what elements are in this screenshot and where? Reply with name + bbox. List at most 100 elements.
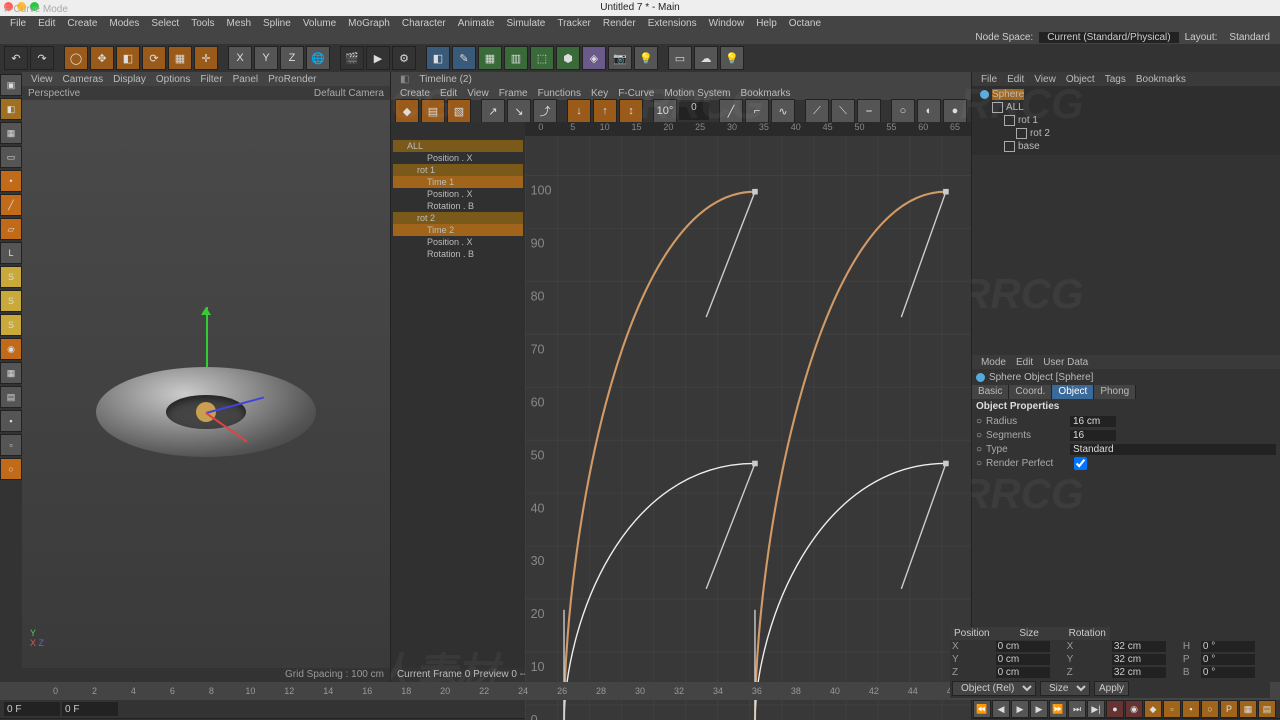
menu-spline[interactable]: Spline [257, 18, 297, 29]
key-opt-icon[interactable]: ▤ [1258, 700, 1276, 718]
attr-tab[interactable]: Object [1052, 385, 1094, 399]
coord-rot-field[interactable] [1201, 641, 1255, 652]
tl-key-icon[interactable]: ◆ [395, 99, 419, 123]
attr-tab[interactable]: Basic [972, 385, 1009, 399]
tl-ease1-icon[interactable]: ⟋ [805, 99, 829, 123]
type-field[interactable]: Standard [1070, 444, 1276, 455]
world-icon[interactable]: 🌐 [306, 46, 330, 70]
menu-window[interactable]: Window [703, 18, 751, 29]
tl-dope-icon[interactable]: ▤ [421, 99, 445, 123]
snap-icon[interactable]: ◉ [0, 338, 22, 360]
menu-octane[interactable]: Octane [783, 18, 827, 29]
obj-tree-item[interactable]: rot 2 [976, 127, 1276, 140]
goto-end-icon[interactable]: ⏭ [1068, 700, 1086, 718]
array-icon[interactable]: ⬚ [530, 46, 554, 70]
key-sel-icon[interactable]: ◆ [1144, 700, 1162, 718]
tl-tree-item[interactable]: Time 2 [393, 224, 523, 236]
edge-mode-icon[interactable]: ╱ [0, 194, 22, 216]
attr-tabs[interactable]: BasicCoord.ObjectPhong [972, 385, 1280, 399]
snap1-icon[interactable]: S [0, 266, 22, 288]
tl-tree-item[interactable]: Position . X [393, 236, 523, 248]
axis-z-icon[interactable]: Z [280, 46, 304, 70]
snap2-icon[interactable]: S [0, 290, 22, 312]
tl-tree-item[interactable]: rot 2 [393, 212, 523, 224]
tl-menu-item[interactable]: Motion System [659, 88, 735, 99]
key-rot-icon[interactable]: ○ [1201, 700, 1219, 718]
tl-menu-item[interactable]: Functions [533, 88, 586, 99]
tl-tree-item[interactable]: ALL [393, 140, 523, 152]
tl-t7-icon[interactable]: 10° [653, 99, 677, 123]
obj-menu-item[interactable]: Tags [1100, 74, 1131, 85]
coord-pos-field[interactable] [996, 667, 1050, 678]
tl-menu-item[interactable]: Frame [494, 88, 533, 99]
poly-mode-icon[interactable]: ▱ [0, 218, 22, 240]
menu-create[interactable]: Create [61, 18, 103, 29]
coord-size-field[interactable] [1112, 667, 1166, 678]
undo-icon[interactable]: ↶ [4, 46, 28, 70]
move-icon[interactable]: ✥ [90, 46, 114, 70]
render-bulb-icon[interactable]: 💡 [720, 46, 744, 70]
obj-menu-item[interactable]: File [976, 74, 1002, 85]
snap3-icon[interactable]: S [0, 314, 22, 336]
prev-frame-icon[interactable]: ◀ [992, 700, 1010, 718]
vp-menu-filter[interactable]: Filter [195, 74, 227, 85]
radius-field[interactable]: 16 cm [1070, 416, 1116, 427]
tl-tree-item[interactable]: Position . X [393, 152, 523, 164]
range-loop-start-field[interactable] [62, 702, 118, 716]
menu-render[interactable]: Render [597, 18, 642, 29]
attr-menu-item[interactable]: User Data [1038, 357, 1093, 368]
texture-mode-icon[interactable]: ▦ [0, 122, 22, 144]
attr-tab[interactable]: Phong [1094, 385, 1136, 399]
model-mode-icon[interactable]: ◧ [0, 98, 22, 120]
tl-menu-item[interactable]: Edit [435, 88, 462, 99]
tl-c2-icon[interactable]: ◐ [917, 99, 941, 123]
range-start-field[interactable] [4, 702, 60, 716]
tl-t4-icon[interactable]: ↓ [567, 99, 591, 123]
tl-ease2-icon[interactable]: ⟍ [831, 99, 855, 123]
light-icon[interactable]: 💡 [634, 46, 658, 70]
floor-icon[interactable]: ▭ [668, 46, 692, 70]
pen-icon[interactable]: ✎ [452, 46, 476, 70]
menu-tracker[interactable]: Tracker [551, 18, 597, 29]
coord-size-field[interactable] [1112, 654, 1166, 665]
make-editable-icon[interactable]: ▣ [0, 74, 22, 96]
coord-rot-field[interactable] [1201, 667, 1255, 678]
tl-tree-item[interactable]: Position . X [393, 188, 523, 200]
tl-ease3-icon[interactable]: ⎯ [857, 99, 881, 123]
key-pos-icon[interactable]: ▫ [1163, 700, 1181, 718]
menu-extensions[interactable]: Extensions [642, 18, 703, 29]
segments-field[interactable]: 16 [1070, 430, 1116, 441]
next-frame-icon[interactable]: ▶ [1030, 700, 1048, 718]
menu-character[interactable]: Character [396, 18, 452, 29]
tl-fc-icon[interactable]: ▧ [447, 99, 471, 123]
coord-rot-field[interactable] [1201, 654, 1255, 665]
coord-size-select[interactable]: Size [1040, 681, 1090, 696]
tl-t5-icon[interactable]: ↑ [593, 99, 617, 123]
layout-value[interactable]: Standard [1223, 32, 1276, 43]
tl-step-icon[interactable]: ⌐ [745, 99, 769, 123]
place-icon[interactable]: ✛ [194, 46, 218, 70]
redo-icon[interactable]: ↷ [30, 46, 54, 70]
nodespace-value[interactable]: Current (Standard/Physical) [1039, 32, 1178, 43]
play-cycle-icon[interactable]: ▶| [1087, 700, 1105, 718]
vp-menu-options[interactable]: Options [151, 74, 195, 85]
play-icon[interactable]: ▶ [1011, 700, 1029, 718]
menu-animate[interactable]: Animate [452, 18, 501, 29]
workplane2-icon[interactable]: ▦ [0, 362, 22, 384]
attr-tab[interactable]: Coord. [1009, 385, 1052, 399]
axis-y-handle[interactable] [206, 307, 208, 367]
workplane-icon[interactable]: ▭ [0, 146, 22, 168]
tl-tree-item[interactable]: Rotation . B [393, 248, 523, 260]
timeline-tree[interactable]: F-Curve Mode ALLPosition . Xrot 1Time 1P… [391, 122, 525, 668]
tl-spl-icon[interactable]: ∿ [771, 99, 795, 123]
tl-menu-item[interactable]: Bookmarks [735, 88, 795, 99]
fcurve-graph[interactable]: 0102030405060708090100 051015 [525, 122, 971, 668]
coord-pos-field[interactable] [996, 654, 1050, 665]
vp-menu-prorender[interactable]: ProRender [263, 74, 321, 85]
last-tool-icon[interactable]: ▦ [168, 46, 192, 70]
vp-menu-view[interactable]: View [26, 74, 58, 85]
autokey-icon[interactable]: ◉ [1125, 700, 1143, 718]
field-icon[interactable]: ◈ [582, 46, 606, 70]
menu-modes[interactable]: Modes [103, 18, 145, 29]
rotate-icon[interactable]: ⟳ [142, 46, 166, 70]
